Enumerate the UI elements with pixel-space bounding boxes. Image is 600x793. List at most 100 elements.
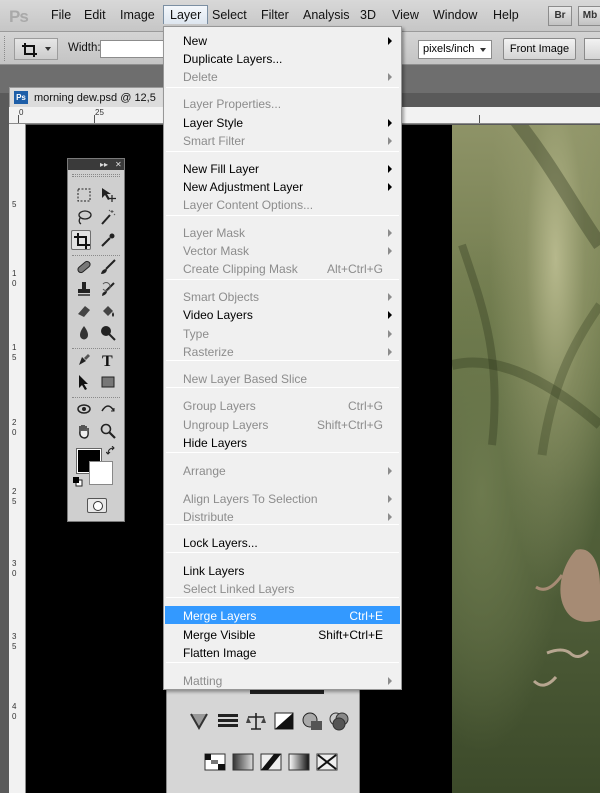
menu-item-flatten-image[interactable]: Flatten Image [165,643,400,661]
resolution-units-select[interactable]: pixels/inch [418,40,492,59]
menu-item-new-fill-layer[interactable]: New Fill Layer [165,159,400,177]
crop-tool[interactable] [71,230,91,250]
menu-item-video-layers[interactable]: Video Layers [165,305,400,323]
width-field[interactable] [100,40,164,58]
swap-colors-icon[interactable] [106,446,116,456]
menu-window[interactable]: Window [433,8,477,22]
color-balance-adjustment-button[interactable] [245,711,267,731]
menu-item-merge-layers[interactable]: Merge Layers Ctrl+E [165,606,400,624]
blur-tool[interactable] [74,323,94,343]
menu-item-layer-properties[interactable]: Layer Properties... [165,94,400,112]
dodge-icon [101,326,116,341]
type-tool[interactable]: T [98,350,118,370]
gradient-map-adjustment-button[interactable] [288,752,310,772]
bridge-button[interactable]: Br [548,6,572,26]
background-color-swatch[interactable] [89,461,113,485]
menu-edit[interactable]: Edit [84,8,106,22]
brush-tool[interactable] [98,257,118,277]
menu-view[interactable]: View [392,8,419,22]
options-grip[interactable] [4,36,7,61]
submenu-arrow-icon [388,229,392,237]
menu-analysis[interactable]: Analysis [303,8,350,22]
menu-item-delete[interactable]: Delete [165,67,400,85]
hand-tool[interactable] [74,421,94,441]
front-image-button[interactable]: Front Image [503,38,576,60]
3d-rotate-icon [77,404,91,414]
menu-item-layer-style[interactable]: Layer Style [165,113,400,131]
menu-item-select-linked-layers[interactable]: Select Linked Layers [165,579,400,597]
channel-mixer-adjustment-button[interactable] [328,711,350,731]
menu-file[interactable]: File [51,8,71,22]
menu-item-new-layer-based-slice[interactable]: New Layer Based Slice [165,369,400,387]
black-white-adjustment-button[interactable] [273,711,295,731]
menu-item-layer-content-options[interactable]: Layer Content Options... [165,195,400,213]
menu-item-lock-layers[interactable]: Lock Layers... [165,533,400,551]
canvas-photo[interactable] [452,125,600,793]
move-tool[interactable] [98,185,118,205]
submenu-arrow-icon [388,330,392,338]
clear-button[interactable] [584,38,600,60]
3d-rotate-tool[interactable] [74,399,94,419]
menu-select[interactable]: Select [212,8,247,22]
menu-image[interactable]: Image [120,8,155,22]
menu-item-label: Distribute [183,510,234,524]
menu-item-smart-objects[interactable]: Smart Objects [165,287,400,305]
zoom-tool[interactable] [98,421,118,441]
path-selection-tool[interactable] [74,372,94,392]
menu-item-type[interactable]: Type [165,324,400,342]
menu-item-create-clipping-mask[interactable]: Create Clipping Mask Alt+Ctrl+G [165,259,400,277]
clone-stamp-tool[interactable] [74,279,94,299]
menu-item-arrange[interactable]: Arrange [165,461,400,479]
invert-adjustment-button[interactable] [204,752,226,772]
levels-adjustment-button[interactable] [188,711,210,731]
selective-color-adjustment-button[interactable] [316,752,338,772]
lasso-tool[interactable] [74,207,94,227]
menu-help[interactable]: Help [493,8,519,22]
menu-item-duplicate-layers[interactable]: Duplicate Layers... [165,49,400,67]
gradient-tool[interactable] [98,301,118,321]
minibridge-button[interactable]: Mb [578,6,600,26]
pen-tool[interactable] [74,350,94,370]
close-panel-icon[interactable]: ✕ [115,159,122,170]
quick-mask-button[interactable] [87,498,107,513]
vertical-ruler[interactable]: 5 1 0 1 5 2 0 2 5 3 0 3 5 4 0 [9,124,26,793]
collapse-panel-icon[interactable]: ▸▸ [100,159,108,170]
menu-item-group-layers[interactable]: Group Layers Ctrl+G [165,396,400,414]
menu-layer[interactable]: Layer [163,5,209,24]
photo-filter-adjustment-button[interactable] [301,711,323,731]
ruler-number: 5 [12,642,17,651]
menu-item-matting[interactable]: Matting [165,671,400,689]
menu-item-vector-mask[interactable]: Vector Mask [165,241,400,259]
menu-item-align-layers-to-selection[interactable]: Align Layers To Selection [165,489,400,507]
threshold-adjustment-button[interactable] [260,752,282,772]
magic-wand-tool[interactable] [98,207,118,227]
document-tab[interactable]: Ps morning dew.psd @ 12,5 [9,87,169,107]
marquee-tool[interactable] [74,185,94,205]
menu-item-merge-visible[interactable]: Merge Visible Shift+Ctrl+E [165,625,400,643]
menu-item-ungroup-layers[interactable]: Ungroup Layers Shift+Ctrl+G [165,415,400,433]
menu-item-new-adjustment-layer[interactable]: New Adjustment Layer [165,177,400,195]
menu-item-distribute[interactable]: Distribute [165,507,400,525]
posterize-adjustment-button[interactable] [232,752,254,772]
3d-orbit-tool[interactable] [98,399,118,419]
tool-preset-picker[interactable] [14,38,58,60]
history-brush-tool[interactable] [98,279,118,299]
menu-item-link-layers[interactable]: Link Layers [165,561,400,579]
rectangle-tool[interactable] [98,372,118,392]
menu-item-hide-layers[interactable]: Hide Layers [165,433,400,451]
eraser-tool[interactable] [74,301,94,321]
menu-3d[interactable]: 3D [360,8,376,22]
eyedropper-tool[interactable] [98,230,118,250]
curves-adjustment-button[interactable] [217,711,239,731]
menu-item-layer-mask[interactable]: Layer Mask [165,223,400,241]
default-colors-icon[interactable] [73,477,83,487]
menu-item-rasterize[interactable]: Rasterize [165,342,400,360]
tools-panel-header[interactable]: ▸▸ ✕ [68,159,124,170]
dodge-tool[interactable] [98,323,118,343]
crop-icon [22,43,37,57]
healing-brush-tool[interactable] [74,257,94,277]
tools-panel-grip[interactable] [72,174,120,177]
menu-item-new[interactable]: New [165,31,400,49]
menu-item-smart-filter[interactable]: Smart Filter [165,131,400,149]
menu-filter[interactable]: Filter [261,8,289,22]
